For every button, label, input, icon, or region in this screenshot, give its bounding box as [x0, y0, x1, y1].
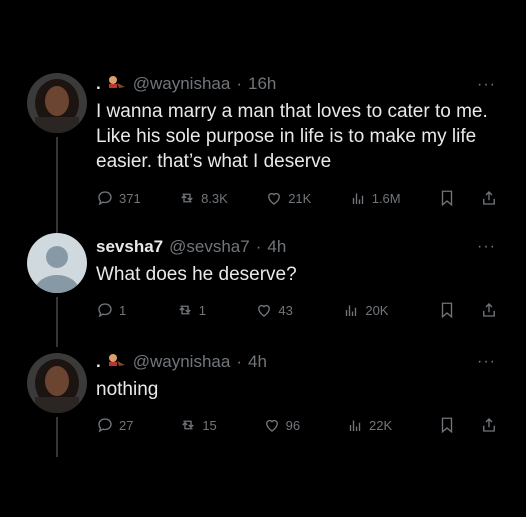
retweet-count: 8.3K	[201, 190, 228, 206]
display-name[interactable]: .	[96, 74, 101, 94]
heart-icon	[268, 192, 281, 205]
handle[interactable]: @waynishaa	[133, 74, 231, 94]
like-button[interactable]: 43	[255, 301, 293, 319]
action-bar: 1 1 43 20K	[96, 299, 498, 321]
reply-count: 371	[119, 190, 141, 206]
share-icon	[483, 303, 495, 317]
default-avatar-icon	[27, 233, 87, 293]
tweet-text: What does he deserve?	[96, 264, 297, 285]
tweet-text: nothing	[96, 379, 159, 400]
tweet[interactable]: . @waynishaa · 16h ··· I wanna marry a man…	[0, 0, 526, 233]
views-icon	[352, 193, 363, 204]
timestamp[interactable]: 4h	[267, 237, 286, 257]
separator-dot: ·	[236, 74, 242, 93]
bookmark-button[interactable]	[438, 301, 456, 319]
display-name[interactable]: sevsha7	[96, 237, 163, 257]
share-button[interactable]	[480, 416, 498, 434]
share-button[interactable]	[480, 301, 498, 319]
bookmark-button[interactable]	[438, 416, 456, 434]
action-bar: 27 15 96 22K	[96, 414, 498, 436]
drawing-emoji-icon	[107, 74, 127, 95]
like-count: 96	[285, 417, 301, 433]
view-count: 1.6M	[371, 190, 401, 206]
separator-dot: ·	[236, 352, 242, 371]
more-options-icon[interactable]: ···	[477, 353, 496, 371]
share-icon	[483, 418, 495, 432]
retweet-button[interactable]: 8.3K	[178, 189, 228, 207]
drawing-emoji-icon	[107, 352, 127, 373]
share-icon	[483, 191, 495, 205]
views-button[interactable]: 20K	[342, 301, 388, 319]
avatar[interactable]	[27, 353, 87, 413]
display-name[interactable]: .	[96, 352, 101, 372]
thread-line	[56, 417, 58, 457]
bookmark-icon	[441, 417, 453, 434]
reply-button[interactable]: 1	[96, 301, 126, 319]
views-icon	[346, 305, 357, 316]
retweet-icon	[178, 305, 191, 315]
views-button[interactable]: 1.6M	[349, 189, 401, 207]
reply-icon	[98, 303, 112, 318]
reply-count: 27	[119, 417, 134, 433]
tweet[interactable]: . @waynishaa · 4h ··· nothing 27 15 96 22K	[0, 335, 526, 517]
like-button[interactable]: 96	[263, 416, 300, 434]
reply-count: 1	[119, 302, 127, 318]
view-count: 20K	[365, 302, 389, 318]
separator-dot: ·	[255, 237, 262, 256]
bookmark-icon	[441, 190, 453, 207]
action-bar: 371 8.3K 21K 1.6M	[96, 187, 498, 209]
retweet-count: 1	[198, 302, 206, 318]
views-button[interactable]: 22K	[346, 416, 392, 434]
reply-icon	[98, 191, 112, 206]
like-count: 21K	[288, 190, 312, 206]
heart-icon	[258, 304, 271, 317]
avatar[interactable]	[27, 73, 87, 133]
more-options-icon[interactable]: ···	[477, 238, 496, 256]
like-button[interactable]: 21K	[265, 189, 311, 207]
retweet-icon	[181, 193, 193, 203]
retweet-icon	[182, 420, 195, 430]
bookmark-icon	[441, 302, 453, 319]
heart-icon	[265, 419, 278, 432]
tweet-header: . @waynishaa · 16h	[96, 73, 276, 95]
reply-icon	[98, 418, 112, 433]
retweet-count: 15	[202, 417, 217, 433]
more-options-icon[interactable]: ···	[477, 76, 496, 94]
tweet-text: I wanna marry a man that loves to cater …	[96, 101, 488, 172]
reply-button[interactable]: 371	[96, 189, 141, 207]
retweet-button[interactable]: 1	[176, 301, 206, 319]
tweet-header: . @waynishaa · 4h	[96, 351, 267, 373]
timestamp[interactable]: 4h	[248, 352, 267, 372]
tweet-header: sevsha7 @sevsha7 · 4h	[96, 236, 286, 258]
retweet-button[interactable]: 15	[179, 416, 217, 434]
bookmark-button[interactable]	[438, 189, 456, 207]
thread-line	[56, 137, 58, 233]
handle[interactable]: @waynishaa	[133, 352, 231, 372]
timestamp[interactable]: 16h	[248, 74, 276, 94]
handle[interactable]: @sevsha7	[169, 237, 250, 257]
view-count: 22K	[368, 417, 393, 433]
avatar[interactable]	[27, 233, 87, 293]
tweet[interactable]: sevsha7 @sevsha7 · 4h ··· What does he des…	[0, 220, 526, 347]
views-icon	[349, 420, 361, 431]
like-count: 43	[278, 302, 293, 318]
share-button[interactable]	[480, 189, 498, 207]
reply-button[interactable]: 27	[96, 416, 133, 434]
